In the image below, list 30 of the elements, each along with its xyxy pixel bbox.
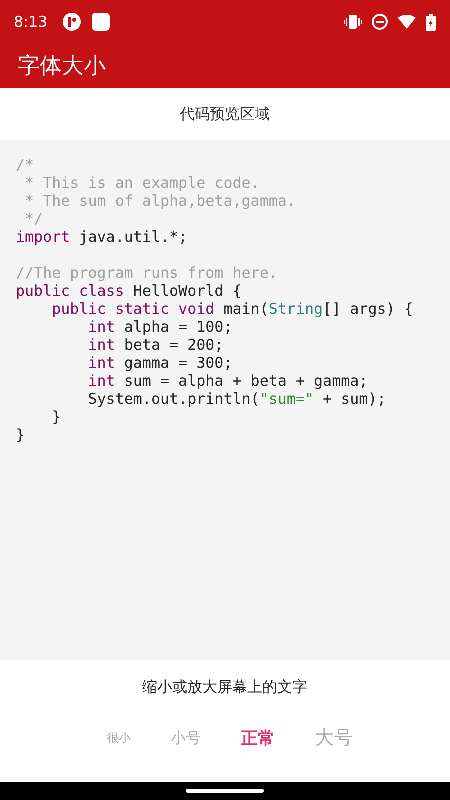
- square-notification-icon: [92, 13, 110, 31]
- code-line: int beta = 200;: [87, 336, 224, 354]
- code-line: }: [51, 408, 62, 426]
- do-not-disturb-icon: [372, 14, 388, 30]
- code-line: * This is an example code.: [24, 174, 260, 192]
- code-line: //The program runs from here.: [16, 264, 278, 282]
- code-line: int alpha = 100;: [87, 318, 233, 336]
- code-line: public class HelloWorld {: [16, 282, 242, 300]
- battery-icon: [426, 14, 436, 30]
- code-line: */: [24, 210, 44, 228]
- preview-title: 代码预览区域: [180, 104, 270, 124]
- code-line: /*: [16, 156, 34, 174]
- code-line: System.out.println("sum=" + sum);: [87, 390, 386, 408]
- code-line: }: [16, 426, 26, 444]
- vibrate-icon: [344, 15, 362, 29]
- font-size-option[interactable]: 正常: [233, 722, 283, 754]
- code-line: int sum = alpha + beta + gamma;: [87, 372, 368, 390]
- code-line: int gamma = 300;: [87, 354, 233, 372]
- code-line: * The sum of alpha,beta,gamma.: [24, 192, 296, 210]
- home-handle[interactable]: [186, 789, 264, 793]
- font-size-option[interactable]: 大号: [307, 721, 361, 755]
- wifi-icon: [398, 15, 416, 29]
- font-size-option[interactable]: 很小: [99, 726, 139, 750]
- app-title: 字体大小: [18, 53, 106, 81]
- status-time: 8:13: [14, 13, 48, 31]
- app-notification-icon: [62, 12, 82, 32]
- code-line: public static void main(String[] args) {: [51, 300, 414, 318]
- code-line: import java.util.*;: [16, 228, 188, 246]
- font-size-option[interactable]: 小号: [163, 724, 209, 752]
- caption: 缩小或放大屏幕上的文字: [142, 678, 308, 697]
